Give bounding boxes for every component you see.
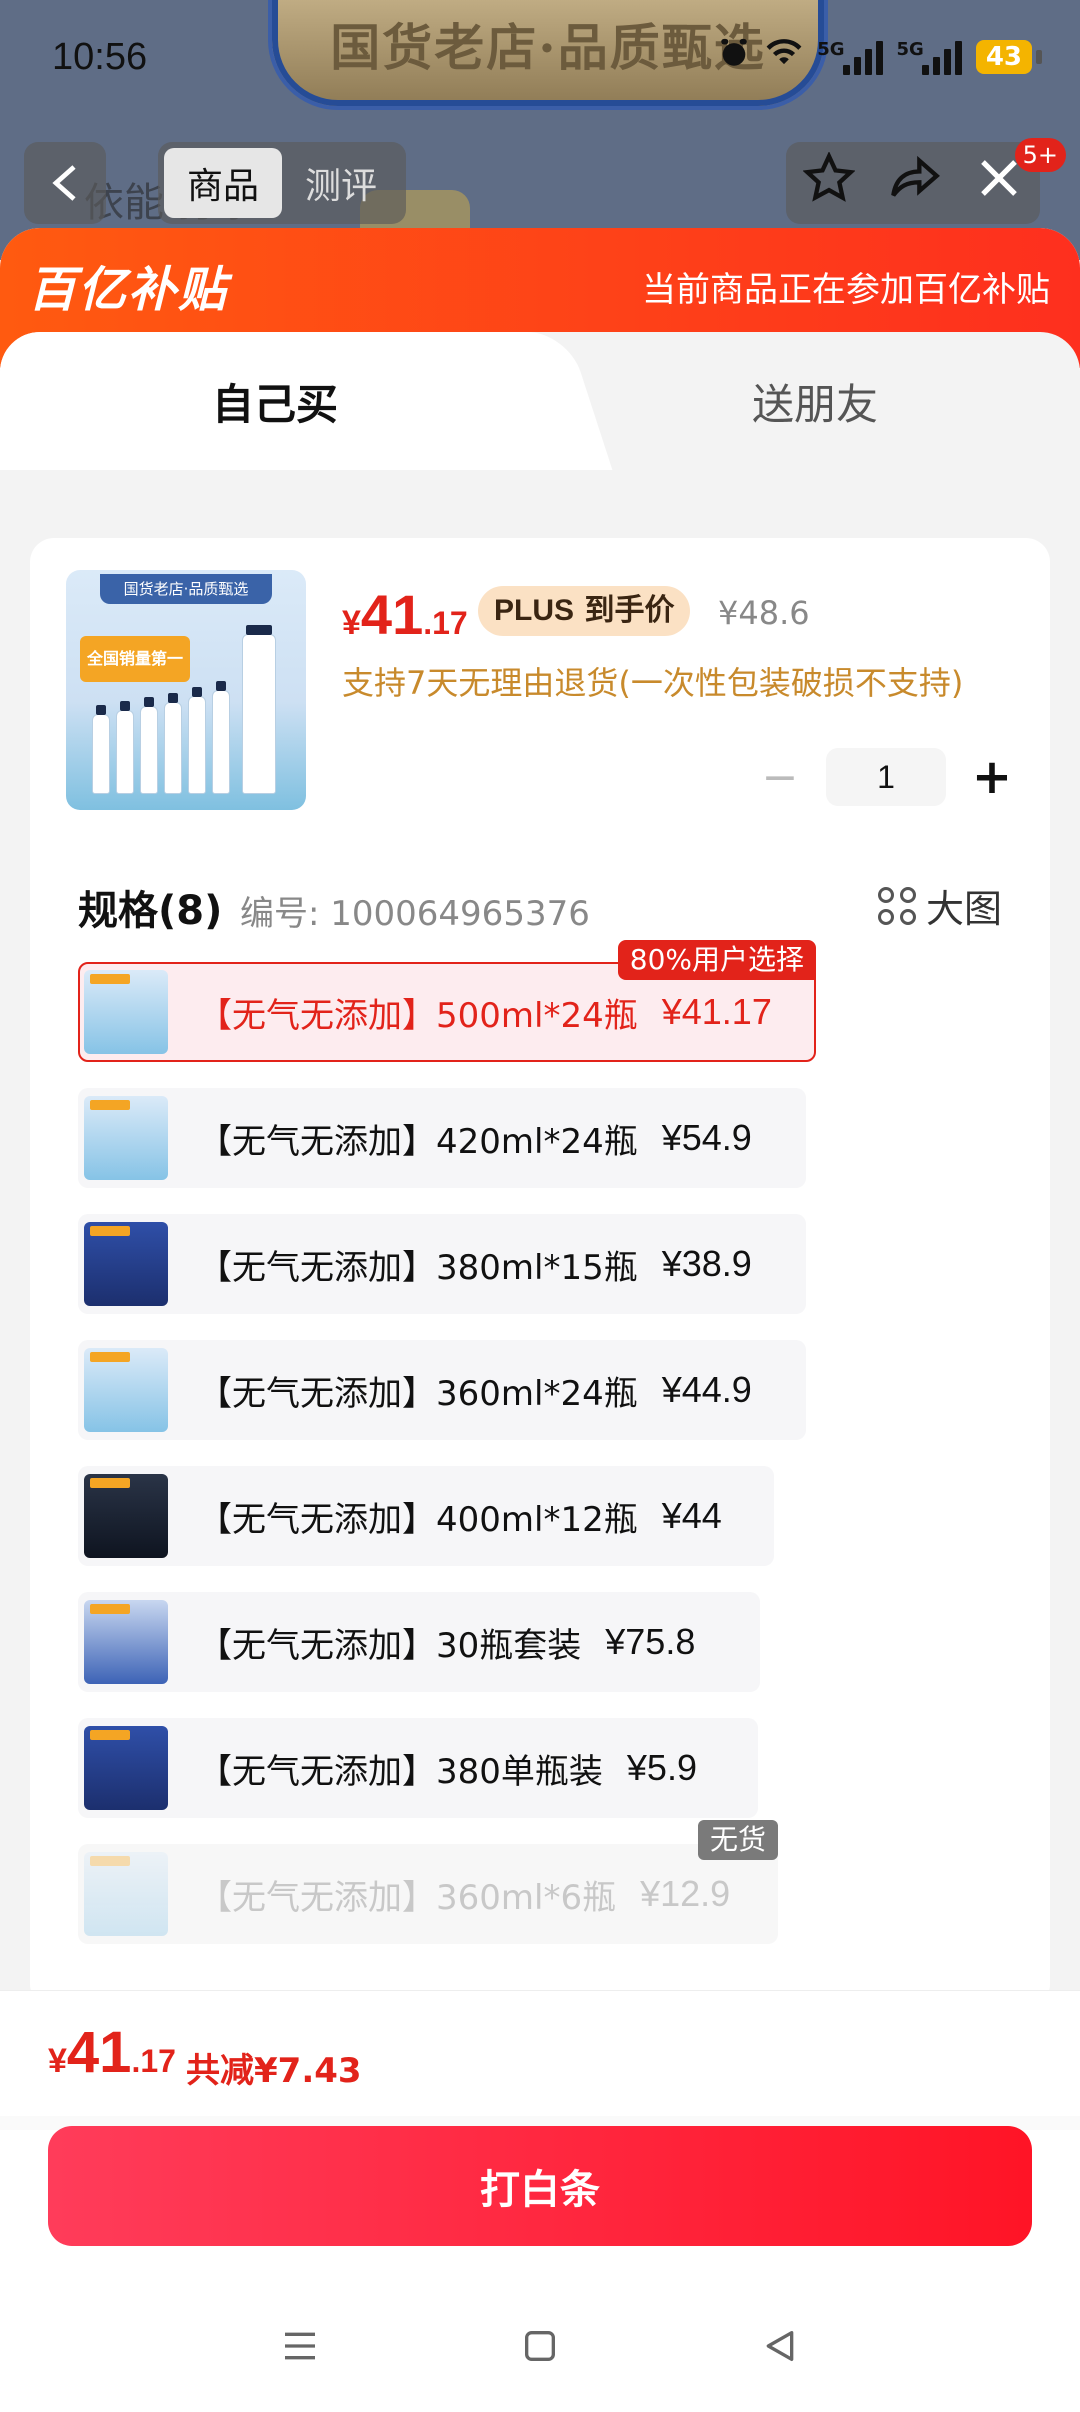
big-image-label: 大图 [925, 887, 1002, 931]
price-currency: ¥ [342, 604, 361, 642]
status-bar: 10:56 5G 5G 43 [0, 0, 1080, 120]
spec-option[interactable]: 【无气无添加】30瓶套装 ¥75.8 [78, 1592, 760, 1692]
current-price: ¥41.17 [342, 582, 468, 647]
spec-name: 【无气无添加】500ml*24瓶 [198, 995, 638, 1036]
total-price: ¥41.17 [48, 2019, 176, 2086]
quantity-field[interactable]: 1 [826, 748, 946, 806]
return-policy-note: 支持7天无理由退货(一次性包装破损不支持) [342, 664, 964, 702]
status-icons: 5G 5G 43 [717, 36, 1043, 77]
spec-option[interactable]: 【无气无添加】500ml*24瓶 ¥41.17 80%用户选择 [78, 940, 816, 1062]
product-card: 国货老店·品质甄选 全国销量第一 ¥41.17 PLUS 到手价 ¥48.6 支… [30, 538, 1050, 2008]
subsidy-text: 当前商品正在参加百亿补贴 [642, 270, 1050, 310]
alarm-icon [717, 36, 751, 77]
home-icon[interactable] [510, 2316, 570, 2376]
spec-thumbnail [84, 970, 168, 1054]
plus-price-tag: PLUS 到手价 [478, 586, 691, 636]
spec-name: 【无气无添加】360ml*24瓶 [198, 1373, 638, 1414]
system-nav-bar [0, 2280, 1080, 2412]
increase-button[interactable]: + [962, 749, 1022, 805]
spec-name: 【无气无添加】420ml*24瓶 [198, 1121, 638, 1162]
signal-icon-2: 5G [897, 39, 962, 75]
tab-buy-self[interactable]: 自己买 [0, 332, 550, 470]
total-integer: 41 [66, 2020, 132, 2085]
spec-option[interactable]: 【无气无添加】380ml*15瓶 ¥38.9 [78, 1214, 806, 1314]
spec-option[interactable]: 【无气无添加】400ml*12瓶 ¥44 [78, 1466, 774, 1566]
spec-price: ¥75.8 [605, 1621, 696, 1662]
product-code: 编号: 100064965376 [240, 894, 590, 934]
spec-price: ¥12.9 [640, 1873, 731, 1914]
total-currency: ¥ [48, 2042, 67, 2080]
tab-buy-self-label: 自己买 [211, 379, 338, 429]
spec-name: 【无气无添加】380ml*15瓶 [198, 1247, 638, 1288]
subsidy-logo: 百亿补贴 [28, 262, 229, 318]
spec-thumbnail [84, 1726, 168, 1810]
network-label-1: 5G [817, 38, 845, 60]
quantity-stepper: − 1 + [750, 748, 1022, 806]
discount-total: 共减¥7.43 [186, 2051, 362, 2091]
decrease-button[interactable]: − [750, 752, 810, 803]
spec-name: 【无气无添加】400ml*12瓶 [198, 1499, 638, 1540]
nav-actions [786, 142, 1040, 224]
total-decimal: .17 [131, 2043, 176, 2079]
network-label-2: 5G [896, 38, 924, 60]
spec-price: ¥5.9 [626, 1747, 697, 1788]
spec-option[interactable]: 【无气无添加】380单瓶装 ¥5.9 [78, 1718, 758, 1818]
buy-mode-tabs: 送朋友 自己买 [0, 332, 1080, 470]
page-tabs: 商品 测评 [158, 142, 406, 224]
back-button[interactable] [24, 142, 106, 224]
tab-review[interactable]: 测评 [282, 148, 400, 218]
grid-icon [877, 886, 916, 925]
spec-option[interactable]: 【无气无添加】420ml*24瓶 ¥54.9 [78, 1088, 806, 1188]
plus-label: PLUS [494, 594, 575, 627]
spec-name: 【无气无添加】30瓶套装 [198, 1625, 582, 1666]
spec-thumbnail [84, 1474, 168, 1558]
spec-name: 【无气无添加】380单瓶装 [198, 1751, 603, 1792]
price-integer: 41 [360, 583, 424, 646]
spec-price: ¥44 [661, 1495, 722, 1536]
notification-badge: 5+ [1014, 138, 1066, 172]
spec-thumbnail [84, 1852, 168, 1936]
spec-price: ¥44.9 [661, 1369, 752, 1410]
price-decimal: .17 [423, 605, 468, 641]
out-of-stock-tag: 无货 [697, 1820, 778, 1860]
plus-suffix: 到手价 [584, 593, 675, 628]
favorite-star-icon[interactable] [802, 150, 856, 215]
spec-price: ¥54.9 [661, 1117, 752, 1158]
spec-thumbnail [84, 1096, 168, 1180]
popular-choice-tag: 80%用户选择 [617, 940, 816, 980]
product-thumbnail[interactable]: 国货老店·品质甄选 全国销量第一 [66, 570, 306, 810]
tab-goods[interactable]: 商品 [164, 148, 282, 218]
tab-send-friend[interactable]: 送朋友 [550, 332, 1080, 470]
original-price: ¥48.6 [718, 594, 810, 632]
thumb-header: 国货老店·品质甄选 [100, 574, 272, 604]
status-time: 10:56 [52, 36, 148, 78]
share-icon[interactable] [889, 152, 941, 215]
signal-icon-1: 5G [817, 38, 883, 75]
menu-icon[interactable] [270, 2316, 330, 2376]
spec-thumbnail [84, 1600, 168, 1684]
spec-thumbnail [84, 1348, 168, 1432]
back-triangle-icon[interactable] [750, 2316, 810, 2376]
chevron-left-icon [52, 165, 76, 201]
spec-option[interactable]: 【无气无添加】360ml*24瓶 ¥44.9 [78, 1340, 806, 1440]
purchase-sheet: 百亿补贴 当前商品正在参加百亿补贴 送朋友 自己买 国货老店·品质甄选 全国销量… [0, 228, 1080, 2412]
spec-price: ¥41.17 [661, 991, 772, 1032]
big-image-button[interactable]: 大图 [877, 878, 1002, 933]
total-bar: ¥41.17 共减¥7.43 [0, 1990, 1080, 2130]
pay-button[interactable]: 打白条 [48, 2126, 1032, 2246]
spec-price: ¥38.9 [661, 1243, 752, 1284]
battery-icon: 43 [975, 39, 1043, 74]
spec-thumbnail [84, 1222, 168, 1306]
spec-title: 规格(8) [78, 888, 223, 934]
thumb-badge: 全国销量第一 [80, 636, 190, 682]
sheet-body: 国货老店·品质甄选 全国销量第一 ¥41.17 PLUS 到手价 ¥48.6 支… [0, 470, 1080, 2008]
spec-name: 【无气无添加】360ml*6瓶 [198, 1877, 617, 1918]
spec-option-out-of-stock: 【无气无添加】360ml*6瓶 ¥12.9 无货 [78, 1820, 778, 1944]
wifi-icon [765, 38, 803, 75]
